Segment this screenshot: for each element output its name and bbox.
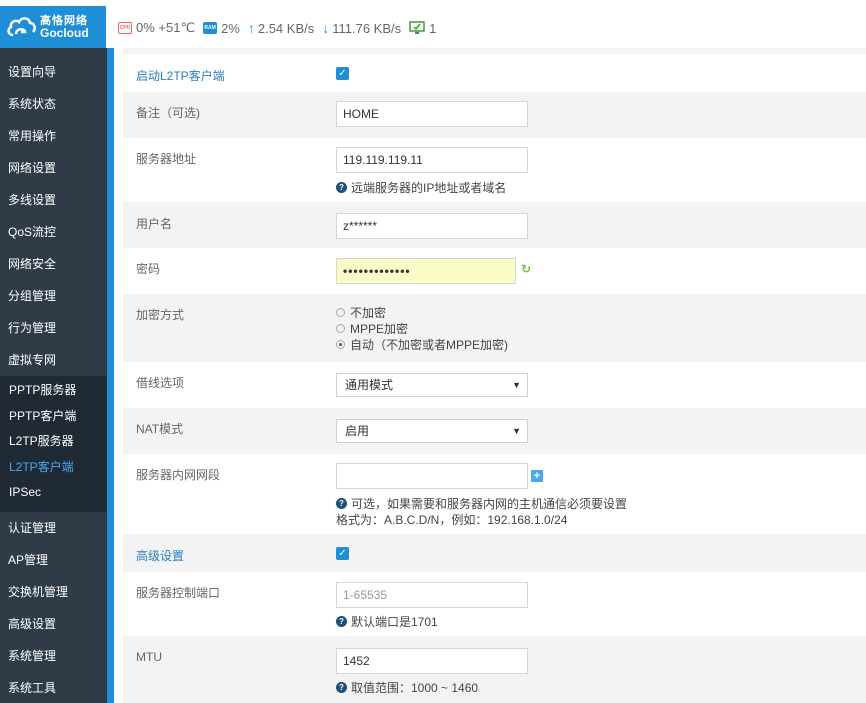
help-icon: ? (336, 498, 347, 509)
cpu-icon: CPU (118, 22, 132, 34)
port-help: ? 默认端口是1701 (336, 613, 438, 630)
row-mtu: MTU ? 取值范围：1000 ~ 1460 (123, 636, 866, 703)
subnet-format: 格式为：A.B.C.D/N，例如：192.168.1.0/24 (336, 513, 568, 527)
mtu-input[interactable] (336, 648, 528, 674)
row-borrow-line: 借线选项 通用模式 ▼ (123, 362, 866, 408)
sidebar-item[interactable]: 高级设置 (0, 608, 107, 640)
sidebar-item[interactable]: 系统工具 (0, 672, 107, 703)
row-control-port: 服务器控制端口 ? 默认端口是1701 (123, 572, 866, 636)
sidebar-item[interactable]: 系统管理 (0, 640, 107, 672)
sidebar: 设置向导 系统状态 常用操作 网络设置 多线设置 QoS流控 网络安全 分组管理 行为管理 虚拟专… (0, 48, 107, 703)
enable-label: 启动L2TP客户端 (136, 69, 225, 83)
encryption-radio-group: 不加密 MPPE加密 自动（不加密或者MPPE加密) (336, 304, 508, 352)
nat-label: NAT模式 (136, 422, 184, 436)
note-input[interactable] (336, 101, 528, 127)
sidebar-item[interactable]: 网络安全 (0, 248, 107, 280)
sidebar-item[interactable]: 交换机管理 (0, 576, 107, 608)
sidebar-item[interactable]: 虚拟专网 (0, 344, 107, 376)
borrow-select[interactable]: 通用模式 ▼ (336, 373, 528, 397)
sidebar-item[interactable]: 行为管理 (0, 312, 107, 344)
upload-arrow-icon: ↑ (247, 20, 255, 36)
sidebar-item[interactable]: 认证管理 (0, 512, 107, 544)
sidebar-item[interactable]: 系统状态 (0, 88, 107, 120)
borrow-label: 借线选项 (136, 376, 185, 390)
advanced-checkbox[interactable]: ✓ (336, 547, 349, 560)
row-nat: NAT模式 启用 ▼ (123, 408, 866, 454)
row-advanced: 高级设置 ✓ (123, 534, 866, 572)
ram-status: 2% (221, 20, 240, 36)
note-label: 备注（可选) (136, 106, 200, 120)
username-input[interactable] (336, 213, 528, 239)
help-icon: ? (336, 182, 347, 193)
add-subnet-button[interactable]: + (531, 470, 543, 482)
upload-speed: 2.54 KB/s (257, 20, 315, 36)
sidebar-subitem[interactable]: PPTP客户端 (0, 404, 107, 430)
help-icon: ? (336, 616, 347, 627)
radio-icon (336, 323, 345, 333)
encryption-label: 加密方式 (136, 308, 185, 322)
download-speed: 111.76 KB/s (332, 20, 402, 36)
logo-text-en: Gocloud (40, 26, 89, 40)
mtu-label: MTU (136, 650, 162, 664)
sidebar-item[interactable]: AP管理 (0, 544, 107, 576)
main-content: 启动L2TP客户端 ✓ 备注（可选) 服务器地址 ? 远端服务器的IP地址或者域… (114, 48, 866, 703)
sidebar-subitem[interactable]: PPTP服务器 (0, 378, 107, 404)
download-arrow-icon: ↓ (322, 20, 330, 36)
logo[interactable]: 高恪网络 Gocloud (0, 6, 106, 48)
status-bar: CPU 0% +51℃ RAM 2% ↑ 2.54 KB/s ↓ 111.76 … (118, 18, 444, 38)
dropdown-caret-icon: ▼ (512, 426, 521, 436)
mtu-help: ? 取值范围：1000 ~ 1460 (336, 679, 478, 696)
nat-select[interactable]: 启用 ▼ (336, 419, 528, 443)
row-server: 服务器地址 ? 远端服务器的IP地址或者域名 (123, 138, 866, 202)
server-address-input[interactable] (336, 147, 528, 173)
online-devices: 1 (429, 20, 437, 36)
password-label: 密码 (136, 262, 161, 276)
row-enable: 启动L2TP客户端 ✓ (123, 54, 866, 92)
radio-selected-icon (336, 339, 345, 349)
sidebar-item[interactable]: 设置向导 (0, 56, 107, 88)
password-input[interactable] (336, 258, 516, 284)
sidebar-item[interactable]: 分组管理 (0, 280, 107, 312)
l2tp-client-form: 启动L2TP客户端 ✓ 备注（可选) 服务器地址 ? 远端服务器的IP地址或者域… (123, 48, 866, 703)
row-password: 密码 ↻ (123, 248, 866, 294)
sidebar-subitem[interactable]: L2TP客户端 (0, 455, 107, 481)
row-note: 备注（可选) (123, 92, 866, 138)
sidebar-divider (107, 48, 114, 703)
server-label: 服务器地址 (136, 152, 197, 166)
enable-checkbox[interactable]: ✓ (336, 67, 349, 80)
sidebar-item[interactable]: QoS流控 (0, 216, 107, 248)
subnet-input[interactable] (336, 463, 528, 489)
advanced-label: 高级设置 (136, 549, 185, 563)
port-input[interactable] (336, 582, 528, 608)
encryption-option-auto[interactable]: 自动（不加密或者MPPE加密) (336, 336, 508, 352)
username-label: 用户名 (136, 217, 173, 231)
sidebar-subitem[interactable]: IPSec (0, 480, 107, 506)
encryption-option-mppe[interactable]: MPPE加密 (336, 320, 508, 336)
help-icon: ? (336, 682, 347, 693)
vpn-submenu: PPTP服务器 PPTP客户端 L2TP服务器 L2TP客户端 IPSec (0, 376, 107, 512)
row-username: 用户名 (123, 202, 866, 248)
sidebar-item[interactable]: 常用操作 (0, 120, 107, 152)
sidebar-subitem[interactable]: L2TP服务器 (0, 429, 107, 455)
port-label: 服务器控制端口 (136, 586, 221, 600)
cpu-status: 0% +51℃ (136, 20, 196, 35)
sidebar-item[interactable]: 多线设置 (0, 184, 107, 216)
radio-icon (336, 307, 345, 317)
encryption-option-none[interactable]: 不加密 (336, 304, 508, 320)
device-monitor-icon (409, 21, 425, 35)
cloud-logo-icon (6, 14, 36, 40)
row-encryption: 加密方式 不加密 MPPE加密 自动（不加密或者MPPE加密) (123, 294, 866, 362)
dropdown-caret-icon: ▼ (512, 380, 521, 390)
subnet-label: 服务器内网网段 (136, 468, 221, 482)
ram-icon: RAM (203, 22, 218, 34)
row-subnet: 服务器内网网段 + ? 可选，如果需要和服务器内网的主机通信必须要设置 格式为：… (123, 454, 866, 534)
subnet-help: ? 可选，如果需要和服务器内网的主机通信必须要设置 (336, 495, 627, 512)
sidebar-item[interactable]: 网络设置 (0, 152, 107, 184)
refresh-password-icon[interactable]: ↻ (521, 262, 531, 276)
server-help: ? 远端服务器的IP地址或者域名 (336, 179, 506, 196)
